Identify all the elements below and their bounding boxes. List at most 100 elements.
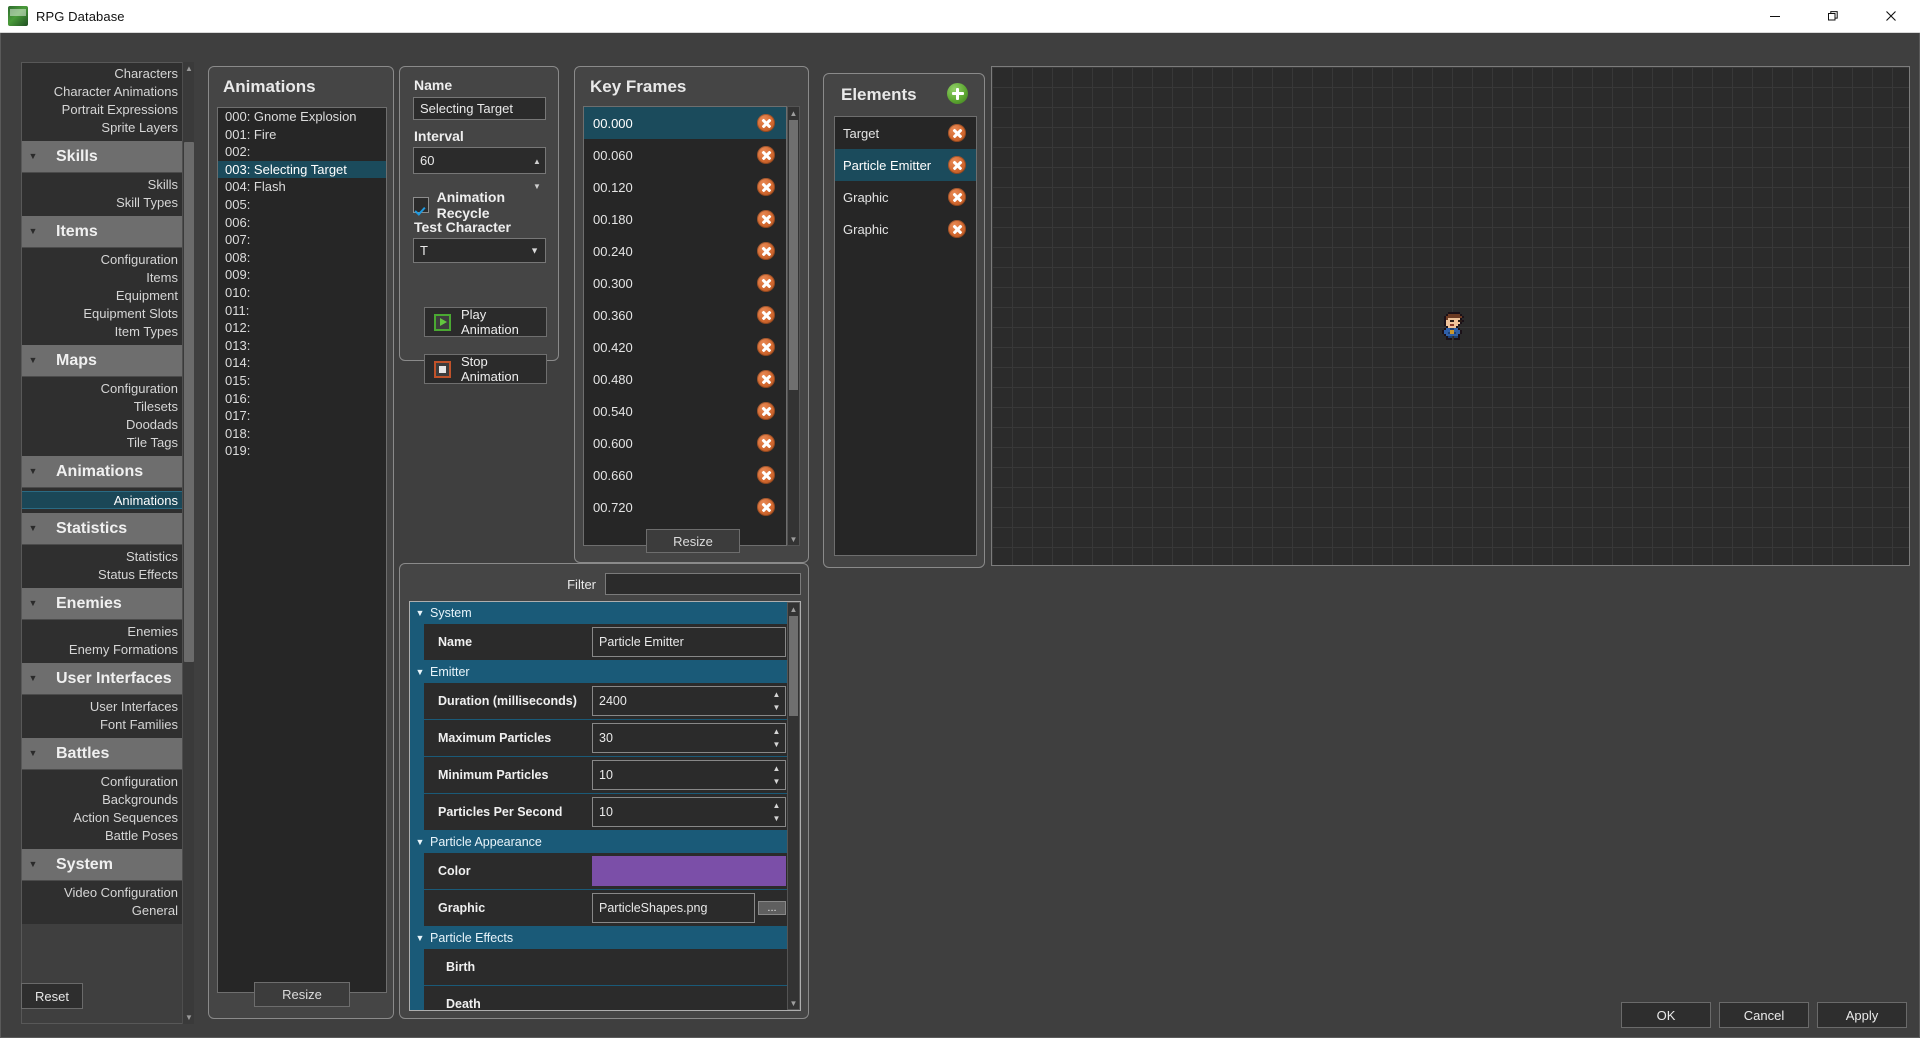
animation-list-item[interactable]: 015: [218, 372, 386, 390]
delete-icon[interactable] [757, 498, 775, 516]
sidebar-item-sprite-layers[interactable]: Sprite Layers [22, 119, 185, 137]
delete-icon[interactable] [757, 466, 775, 484]
sidebar-group-user-interfaces[interactable]: ▼User Interfaces [22, 663, 185, 695]
property-row[interactable]: Duration (milliseconds)2400▲▼ [410, 683, 789, 720]
sidebar-group-animations[interactable]: ▼Animations [22, 456, 185, 488]
test-character-select[interactable]: T ▼ [413, 238, 546, 263]
animation-list-item[interactable]: 019: [218, 442, 386, 460]
sidebar-scrollbar[interactable]: ▲ ▼ [182, 62, 194, 1024]
sidebar-item-backgrounds[interactable]: Backgrounds [22, 791, 185, 809]
sidebar-item-configuration[interactable]: Configuration [22, 773, 185, 791]
delete-icon[interactable] [757, 338, 775, 356]
ok-button[interactable]: OK [1621, 1002, 1711, 1028]
property-row[interactable]: GraphicParticleShapes.png... [410, 890, 789, 927]
sidebar-group-skills[interactable]: ▼Skills [22, 141, 185, 173]
maximize-button[interactable] [1804, 0, 1862, 32]
sidebar-item-tilesets[interactable]: Tilesets [22, 398, 185, 416]
spinner-down-icon[interactable]: ▼ [769, 701, 784, 714]
keyframe-row[interactable]: 00.720 [584, 491, 786, 523]
element-row[interactable]: Graphic [835, 181, 976, 213]
keyframe-row[interactable]: 00.180 [584, 203, 786, 235]
delete-icon[interactable] [757, 210, 775, 228]
keyframe-row[interactable]: 00.360 [584, 299, 786, 331]
property-category-particle-effects[interactable]: ▼Particle Effects [410, 927, 789, 949]
animation-list-item[interactable]: 017: [218, 407, 386, 425]
animation-list-item[interactable]: 013: [218, 337, 386, 355]
keyframe-row[interactable]: 00.300 [584, 267, 786, 299]
animation-list-item[interactable]: 004: Flash [218, 178, 386, 196]
animation-name-input[interactable] [413, 97, 546, 120]
animation-list-item[interactable]: 001: Fire [218, 126, 386, 144]
delete-icon[interactable] [757, 114, 775, 132]
keyframes-resize-button[interactable]: Resize [646, 529, 740, 553]
delete-icon[interactable] [757, 370, 775, 388]
keyframe-row[interactable]: 00.540 [584, 395, 786, 427]
sidebar-item-action-sequences[interactable]: Action Sequences [22, 809, 185, 827]
keyframe-row[interactable]: 00.600 [584, 427, 786, 459]
play-animation-button[interactable]: Play Animation [424, 307, 547, 337]
property-category-system[interactable]: ▼System [410, 602, 789, 624]
spinner-up-icon[interactable]: ▲ [769, 725, 784, 738]
delete-icon[interactable] [948, 124, 966, 142]
property-grid[interactable]: ▼SystemNameParticle Emitter▼EmitterDurat… [409, 601, 801, 1011]
spinner-up-icon[interactable]: ▲ [769, 762, 784, 775]
keyframe-row[interactable]: 00.000 [584, 107, 786, 139]
animation-recycle-row[interactable]: Animation Recycle [413, 189, 558, 221]
cancel-button[interactable]: Cancel [1719, 1002, 1809, 1028]
delete-icon[interactable] [757, 178, 775, 196]
sidebar-item-video-configuration[interactable]: Video Configuration [22, 884, 185, 902]
animation-preview-canvas[interactable] [991, 66, 1910, 566]
delete-icon[interactable] [757, 434, 775, 452]
elements-listbox[interactable]: TargetParticle EmitterGraphicGraphic [834, 116, 977, 556]
property-row[interactable]: Color [410, 853, 789, 890]
delete-icon[interactable] [948, 188, 966, 206]
spinner-up-icon[interactable]: ▲ [769, 799, 784, 812]
animation-list-item[interactable]: 010: [218, 284, 386, 302]
sidebar-item-enemies[interactable]: Enemies [22, 623, 185, 641]
keyframe-row[interactable]: 00.420 [584, 331, 786, 363]
interval-spinner[interactable]: 60 ▲ ▼ [413, 147, 546, 174]
sidebar-group-statistics[interactable]: ▼Statistics [22, 513, 185, 545]
keyframes-scrollbar[interactable]: ▲ ▼ [787, 106, 800, 546]
animation-list-item[interactable]: 005: [218, 196, 386, 214]
property-input[interactable]: 10▲▼ [592, 797, 786, 827]
property-input[interactable]: Particle Emitter [592, 627, 786, 657]
animation-list-item[interactable]: 003: Selecting Target [218, 161, 386, 179]
animation-list-item[interactable]: 000: Gnome Explosion [218, 108, 386, 126]
sidebar-item-statistics[interactable]: Statistics [22, 548, 185, 566]
sidebar-item-items[interactable]: Items [22, 269, 185, 287]
delete-icon[interactable] [757, 306, 775, 324]
property-spinner-arrows[interactable]: ▲▼ [769, 799, 784, 825]
animation-list-item[interactable]: 014: [218, 354, 386, 372]
property-grid-scrollbar[interactable]: ▲ ▼ [787, 602, 800, 1010]
keyframe-row[interactable]: 00.120 [584, 171, 786, 203]
property-row[interactable]: Maximum Particles30▲▼ [410, 720, 789, 757]
property-grid-scrollbar-thumb[interactable] [789, 616, 798, 716]
add-element-icon[interactable] [947, 83, 968, 104]
animation-list-item[interactable]: 002: [218, 143, 386, 161]
sidebar-group-battles[interactable]: ▼Battles [22, 738, 185, 770]
property-spinner-arrows[interactable]: ▲▼ [769, 725, 784, 751]
element-row[interactable]: Target [835, 117, 976, 149]
sidebar-item-portrait-expressions[interactable]: Portrait Expressions [22, 101, 185, 119]
delete-icon[interactable] [757, 146, 775, 164]
sidebar-item-equipment[interactable]: Equipment [22, 287, 185, 305]
keyframe-row[interactable]: 00.480 [584, 363, 786, 395]
spinner-down-icon[interactable]: ▼ [769, 812, 784, 825]
property-row[interactable]: Minimum Particles10▲▼ [410, 757, 789, 794]
sidebar-item-battle-poses[interactable]: Battle Poses [22, 827, 185, 845]
stop-animation-button[interactable]: Stop Animation [424, 354, 547, 384]
element-row[interactable]: Particle Emitter [835, 149, 976, 181]
animation-list-item[interactable]: 012: [218, 319, 386, 337]
keyframe-row[interactable]: 00.060 [584, 139, 786, 171]
delete-icon[interactable] [757, 242, 775, 260]
minimize-button[interactable] [1746, 0, 1804, 32]
sidebar-scrollbar-thumb[interactable] [184, 142, 194, 662]
sidebar-item-enemy-formations[interactable]: Enemy Formations [22, 641, 185, 659]
property-row[interactable]: Particles Per Second10▲▼ [410, 794, 789, 831]
animation-list-item[interactable]: 006: [218, 214, 386, 232]
property-category-emitter[interactable]: ▼Emitter [410, 661, 789, 683]
sidebar-group-enemies[interactable]: ▼Enemies [22, 588, 185, 620]
delete-icon[interactable] [948, 156, 966, 174]
property-spinner-arrows[interactable]: ▲▼ [769, 762, 784, 788]
